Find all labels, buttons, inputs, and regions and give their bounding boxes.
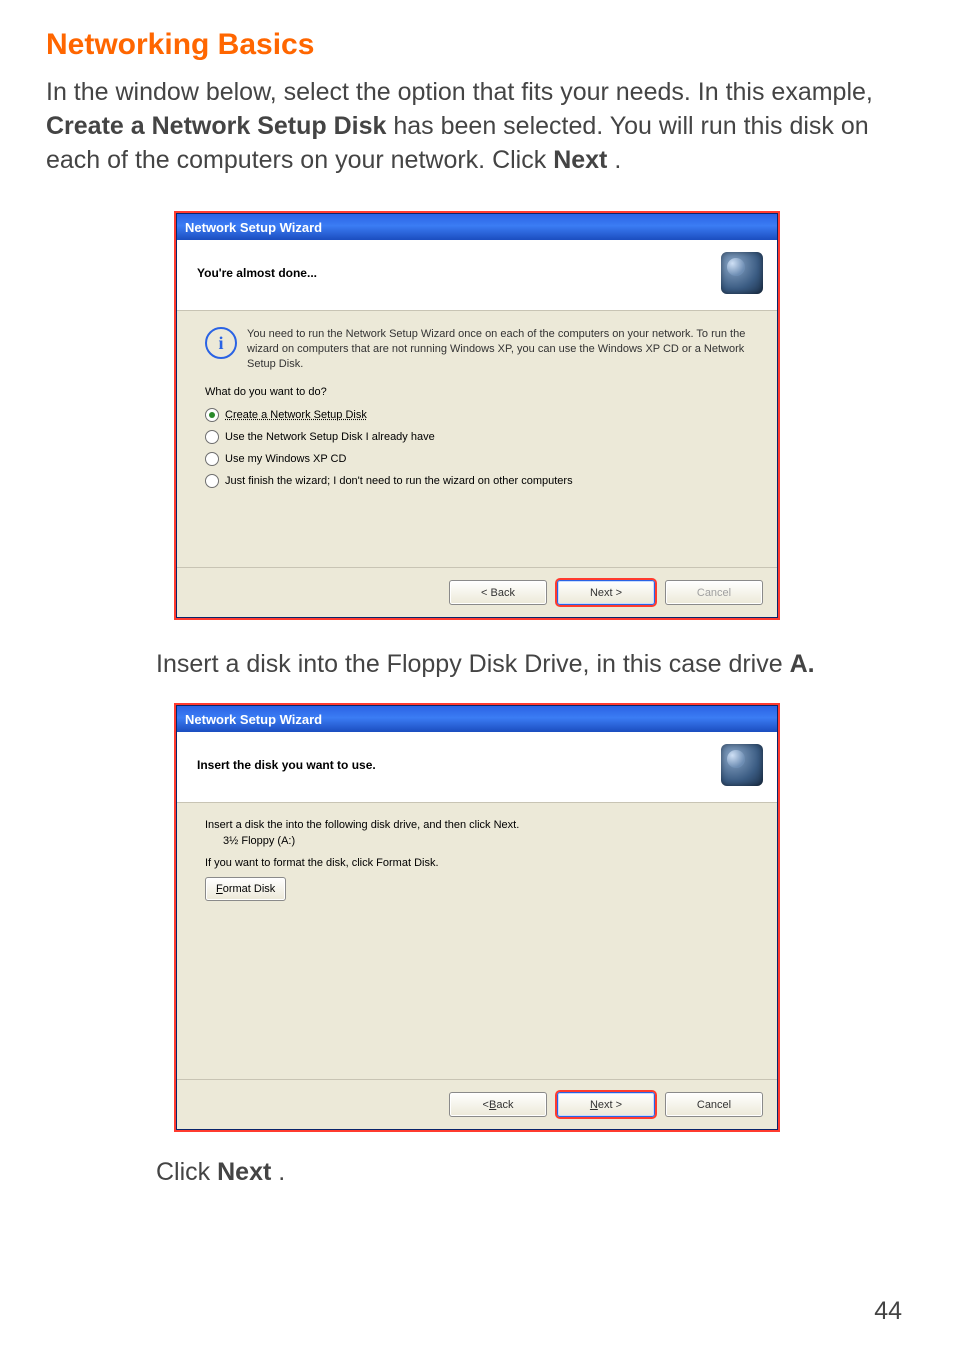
cancel-button[interactable]: Cancel xyxy=(665,1092,763,1117)
prompt-label: What do you want to do? xyxy=(205,386,749,398)
caption-bold-drive: A. xyxy=(790,650,815,678)
click-next-prefix: Click xyxy=(156,1158,217,1186)
format-disk-button[interactable]: Format Disk xyxy=(205,877,286,901)
intro-text-end: . xyxy=(614,146,621,174)
network-icon xyxy=(721,252,763,294)
next-accel: N xyxy=(590,1099,598,1111)
screenshot-2-border: Network Setup Wizard Insert the disk you… xyxy=(174,703,780,1132)
network-setup-wizard-dialog-2: Network Setup Wizard Insert the disk you… xyxy=(176,705,778,1130)
back-rest: ack xyxy=(496,1099,513,1111)
radio-option-just-finish[interactable]: Just finish the wizard; I don't need to … xyxy=(205,474,749,488)
radio-label: Create a Network Setup Disk xyxy=(225,409,367,421)
caption-insert-disk: Insert a disk into the Floppy Disk Drive… xyxy=(46,650,908,679)
click-next-end: . xyxy=(278,1158,285,1186)
radio-option-use-xp-cd[interactable]: Use my Windows XP CD xyxy=(205,452,749,466)
drive-label: 3½ Floppy (A:) xyxy=(223,835,749,847)
dialog-header: You're almost done... xyxy=(177,240,777,311)
radio-input[interactable] xyxy=(205,452,219,466)
info-icon: i xyxy=(205,327,237,359)
radio-group: Create a Network Setup Disk Use the Netw… xyxy=(205,408,749,488)
titlebar-text: Network Setup Wizard xyxy=(185,220,322,235)
back-button[interactable]: < Back xyxy=(449,1092,547,1117)
page-number: 44 xyxy=(874,1297,902,1326)
network-icon xyxy=(721,744,763,786)
click-next-bold: Next xyxy=(217,1158,271,1186)
radio-label: Use my Windows XP CD xyxy=(225,453,346,465)
caption-text: Insert a disk into the Floppy Disk Drive… xyxy=(156,650,790,678)
screenshot-1-border: Network Setup Wizard You're almost done.… xyxy=(174,211,780,620)
back-accel: B xyxy=(489,1099,496,1111)
click-next-caption: Click Next . xyxy=(46,1158,908,1187)
dialog-header-title: Insert the disk you want to use. xyxy=(197,758,376,772)
radio-label: Use the Network Setup Disk I already hav… xyxy=(225,431,435,443)
radio-input[interactable] xyxy=(205,408,219,422)
info-text: You need to run the Network Setup Wizard… xyxy=(247,327,749,372)
intro-text: In the window below, select the option t… xyxy=(46,78,873,106)
next-button[interactable]: Next > xyxy=(557,1092,655,1117)
intro-paragraph: In the window below, select the option t… xyxy=(46,76,908,177)
format-disk-rest: ormat Disk xyxy=(223,883,276,895)
radio-input[interactable] xyxy=(205,430,219,444)
intro-bold-next: Next xyxy=(553,146,607,174)
format-disk-accel: F xyxy=(216,883,223,895)
radio-option-use-existing-disk[interactable]: Use the Network Setup Disk I already hav… xyxy=(205,430,749,444)
next-button[interactable]: Next > xyxy=(557,580,655,605)
dialog-header: Insert the disk you want to use. xyxy=(177,732,777,803)
instruction-line-1: Insert a disk the into the following dis… xyxy=(205,819,749,831)
back-button[interactable]: < Back xyxy=(449,580,547,605)
radio-input[interactable] xyxy=(205,474,219,488)
titlebar-text: Network Setup Wizard xyxy=(185,712,322,727)
dialog-button-row: < Back Next > Cancel xyxy=(177,567,777,617)
network-setup-wizard-dialog-1: Network Setup Wizard You're almost done.… xyxy=(176,213,778,618)
intro-bold-option: Create a Network Setup Disk xyxy=(46,112,386,140)
radio-label: Just finish the wizard; I don't need to … xyxy=(225,475,573,487)
radio-option-create-disk[interactable]: Create a Network Setup Disk xyxy=(205,408,749,422)
instruction-line-2: If you want to format the disk, click Fo… xyxy=(205,857,749,869)
next-rest: ext > xyxy=(598,1099,622,1111)
dialog-button-row: < Back Next > Cancel xyxy=(177,1079,777,1129)
page-title: Networking Basics xyxy=(46,28,908,62)
titlebar: Network Setup Wizard xyxy=(177,706,777,732)
titlebar: Network Setup Wizard xyxy=(177,214,777,240)
dialog-header-title: You're almost done... xyxy=(197,266,317,280)
cancel-button[interactable]: Cancel xyxy=(665,580,763,605)
